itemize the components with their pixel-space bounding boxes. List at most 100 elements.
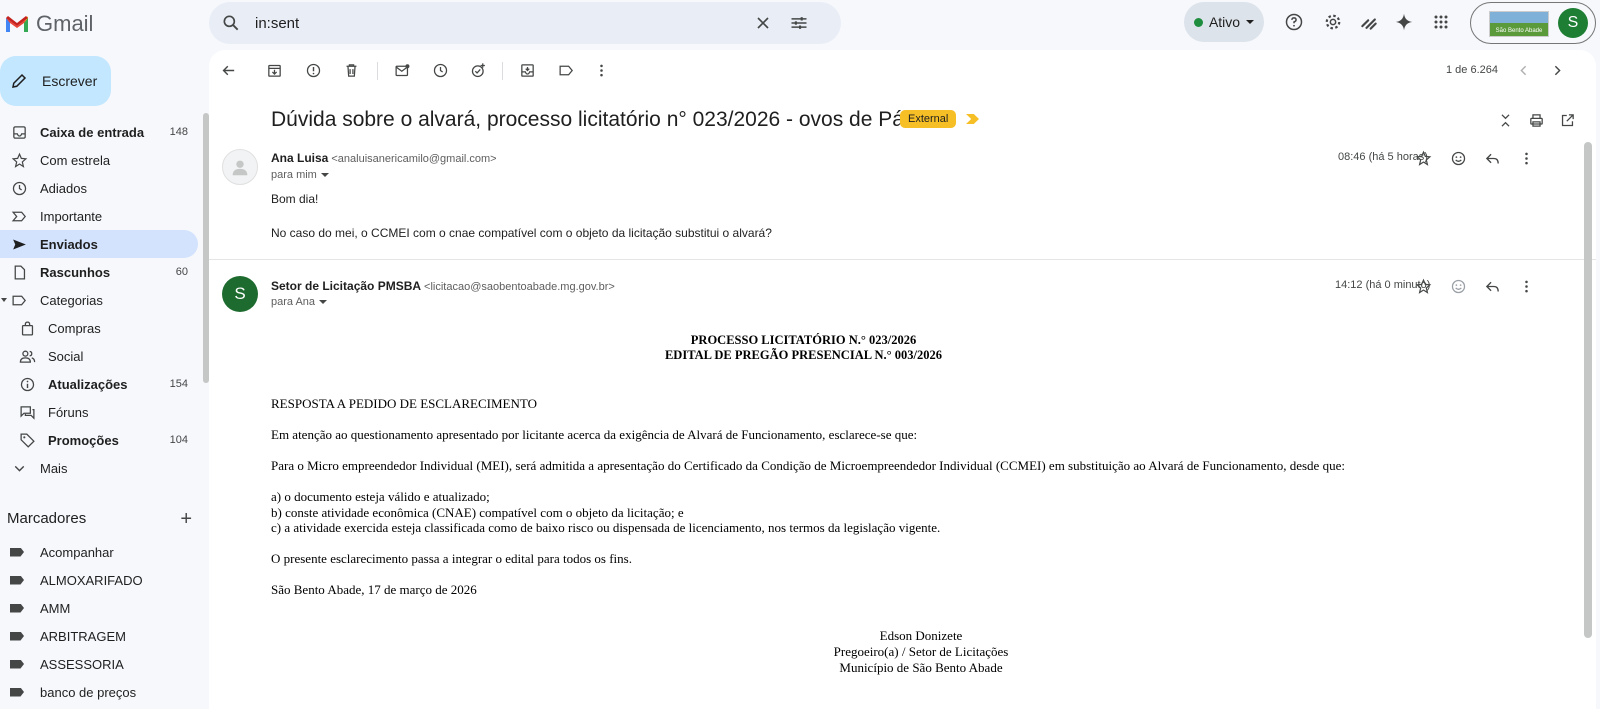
sender-name[interactable]: Setor de Licitação PMSBA [271,279,421,293]
label-icon [10,603,24,613]
label-icon[interactable] [554,58,578,82]
sidebar-item-forums[interactable]: Fóruns [0,398,198,426]
more-vert-icon[interactable] [589,58,613,82]
sender-info: Setor de Licitação PMSBA <licitacao@saobe… [271,279,615,293]
sidebar-item-label: Promoções [48,432,119,448]
sidebar-item-more[interactable]: Mais [0,454,198,482]
sidebar-item-label: Rascunhos [40,264,111,280]
sidebar-item-purchases[interactable]: Compras [0,314,198,342]
settings-gear-icon[interactable] [1317,6,1349,38]
caret-down-icon [319,300,328,304]
message-scrollbar[interactable] [1584,142,1592,638]
sidebar-item-inbox[interactable]: Caixa de entrada 148 [0,118,198,146]
move-to-icon[interactable] [515,58,539,82]
report-spam-icon[interactable] [301,58,325,82]
sender-info: Ana Luisa <analuisanericamilo@gmail.com> [271,151,497,165]
pencil-icon [12,73,27,88]
labels-heading: Marcadores [7,510,87,527]
sidebar-item-starred[interactable]: Com estrela [0,146,198,174]
add-label-icon[interactable]: + [180,509,192,529]
status-selector[interactable]: Ativo [1184,2,1264,42]
message-view: 1 de 6.264 Dúvida sobre o alvará, proces… [209,50,1596,709]
draft-icon [10,263,28,281]
mark-unread-icon[interactable] [390,58,414,82]
account-avatar[interactable]: S [1558,8,1588,38]
sidebar-item-important[interactable]: Importante [0,202,198,230]
label-item[interactable]: ALMOXARIFADO [0,566,200,594]
label-item[interactable]: AMM [0,594,200,622]
recipient-dropdown[interactable]: para Ana [271,296,328,308]
account-switcher[interactable]: São Bento Abade S [1470,2,1596,44]
search-input[interactable] [255,13,735,33]
star-icon[interactable] [1411,146,1435,170]
organization-logo: São Bento Abade [1489,11,1549,37]
emoji-reaction-icon[interactable] [1446,146,1470,170]
star-icon[interactable] [1411,274,1435,298]
emoji-reaction-icon[interactable] [1446,274,1470,298]
sidebar-item-social[interactable]: Social [0,342,198,370]
toolbar-divider [502,62,503,80]
sidebar-item-label: Categorias [40,292,103,308]
archive-icon[interactable] [262,58,286,82]
sidebar-nav: Caixa de entrada 148 Com estrela Adiados… [0,118,200,482]
compose-button[interactable]: Escrever [0,56,111,106]
label-item[interactable]: Acompanhar [0,538,200,566]
print-icon[interactable] [1524,108,1548,132]
back-arrow-icon[interactable] [216,58,240,82]
reply-icon[interactable] [1480,146,1504,170]
more-vert-icon[interactable] [1514,146,1538,170]
sidebar-item-promotions[interactable]: Promoções 104 [0,426,198,454]
email-subject: Dúvida sobre o alvará, processo licitató… [271,108,949,131]
add-to-tasks-icon[interactable] [466,58,490,82]
label-item[interactable]: banco de preços [0,678,200,706]
sidebar-item-drafts[interactable]: Rascunhos 60 [0,258,198,286]
gmail-logo-text: Gmail [36,11,94,36]
label-item[interactable]: ARBITRAGEM [0,622,200,650]
google-apps-grid-icon[interactable] [1425,6,1457,38]
important-marker-icon[interactable] [966,114,979,124]
sidebar-item-label: Compras [48,320,101,336]
sidebar-item-sent[interactable]: Enviados [0,230,198,258]
labels-section-header: Marcadores + [7,509,192,530]
recipient-dropdown[interactable]: para mim [271,169,329,181]
search-options-icon[interactable] [783,7,815,39]
trash-icon[interactable] [339,58,363,82]
chevron-left-icon[interactable] [1511,58,1535,82]
sender-avatar[interactable]: S [222,276,258,312]
label-item[interactable]: ASSESSORIA [0,650,200,678]
more-vert-icon[interactable] [1514,274,1538,298]
snooze-clock-icon[interactable] [428,58,452,82]
shopping-bag-icon [18,319,36,337]
people-icon [18,347,36,365]
sidebar-item-updates[interactable]: Atualizações 154 [0,370,198,398]
gmail-logo[interactable]: Gmail [4,8,93,40]
chevron-right-icon[interactable] [1545,58,1569,82]
sidebar-item-categories[interactable]: Categorias [0,286,198,314]
gemini-sparkle-icon[interactable] [1388,6,1420,38]
open-new-window-icon[interactable] [1555,108,1579,132]
label-name: Acompanhar [40,544,114,560]
signature-org: Município de São Bento Abade [839,660,1003,675]
sender-name[interactable]: Ana Luisa [271,151,328,165]
sidebar-item-label: Importante [40,208,103,224]
label-name: ARBITRAGEM [40,628,126,644]
collapse-all-icon[interactable] [1493,108,1517,132]
default-avatar-icon[interactable] [222,149,258,185]
clear-search-icon[interactable] [747,7,779,39]
message-body-line: Bom dia! [271,192,319,206]
apps-script-icon[interactable] [1353,6,1385,38]
doc-paragraph: O presente esclarecimento passa a integr… [271,551,632,566]
compose-label: Escrever [42,73,98,89]
sidebar-item-label: Adiados [40,180,87,196]
reply-icon[interactable] [1480,274,1504,298]
label-icon [10,575,24,585]
help-icon[interactable] [1278,6,1310,38]
sender-email: <licitacao@saobentoabade.mg.gov.br> [424,281,615,293]
doc-list-item: c) a atividade exercida esteja classific… [271,520,941,535]
search-icon[interactable] [215,7,247,39]
sidebar-item-snoozed[interactable]: Adiados [0,174,198,202]
unread-count: 104 [169,434,188,446]
labels-list: Acompanhar ALMOXARIFADO AMM ARBITRAGEM A… [0,538,200,706]
doc-paragraph: Em atenção ao questionamento apresentado… [271,427,918,442]
caret-down-icon [320,173,329,177]
